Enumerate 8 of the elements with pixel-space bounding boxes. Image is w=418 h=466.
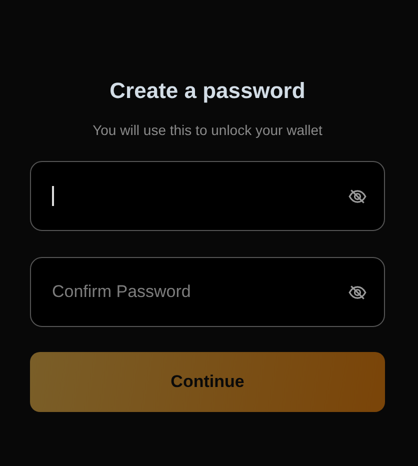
password-field[interactable]: Confirm Password [30,257,385,327]
eye-off-icon[interactable] [348,282,367,302]
page-title: Create a password [108,77,306,105]
password-field[interactable] [30,161,385,231]
eye-off-icon[interactable] [348,186,367,206]
subtitle: You will use this to unlock your wallet [92,121,324,140]
text-caret [52,186,54,206]
continue-button[interactable]: Continue [30,352,385,412]
